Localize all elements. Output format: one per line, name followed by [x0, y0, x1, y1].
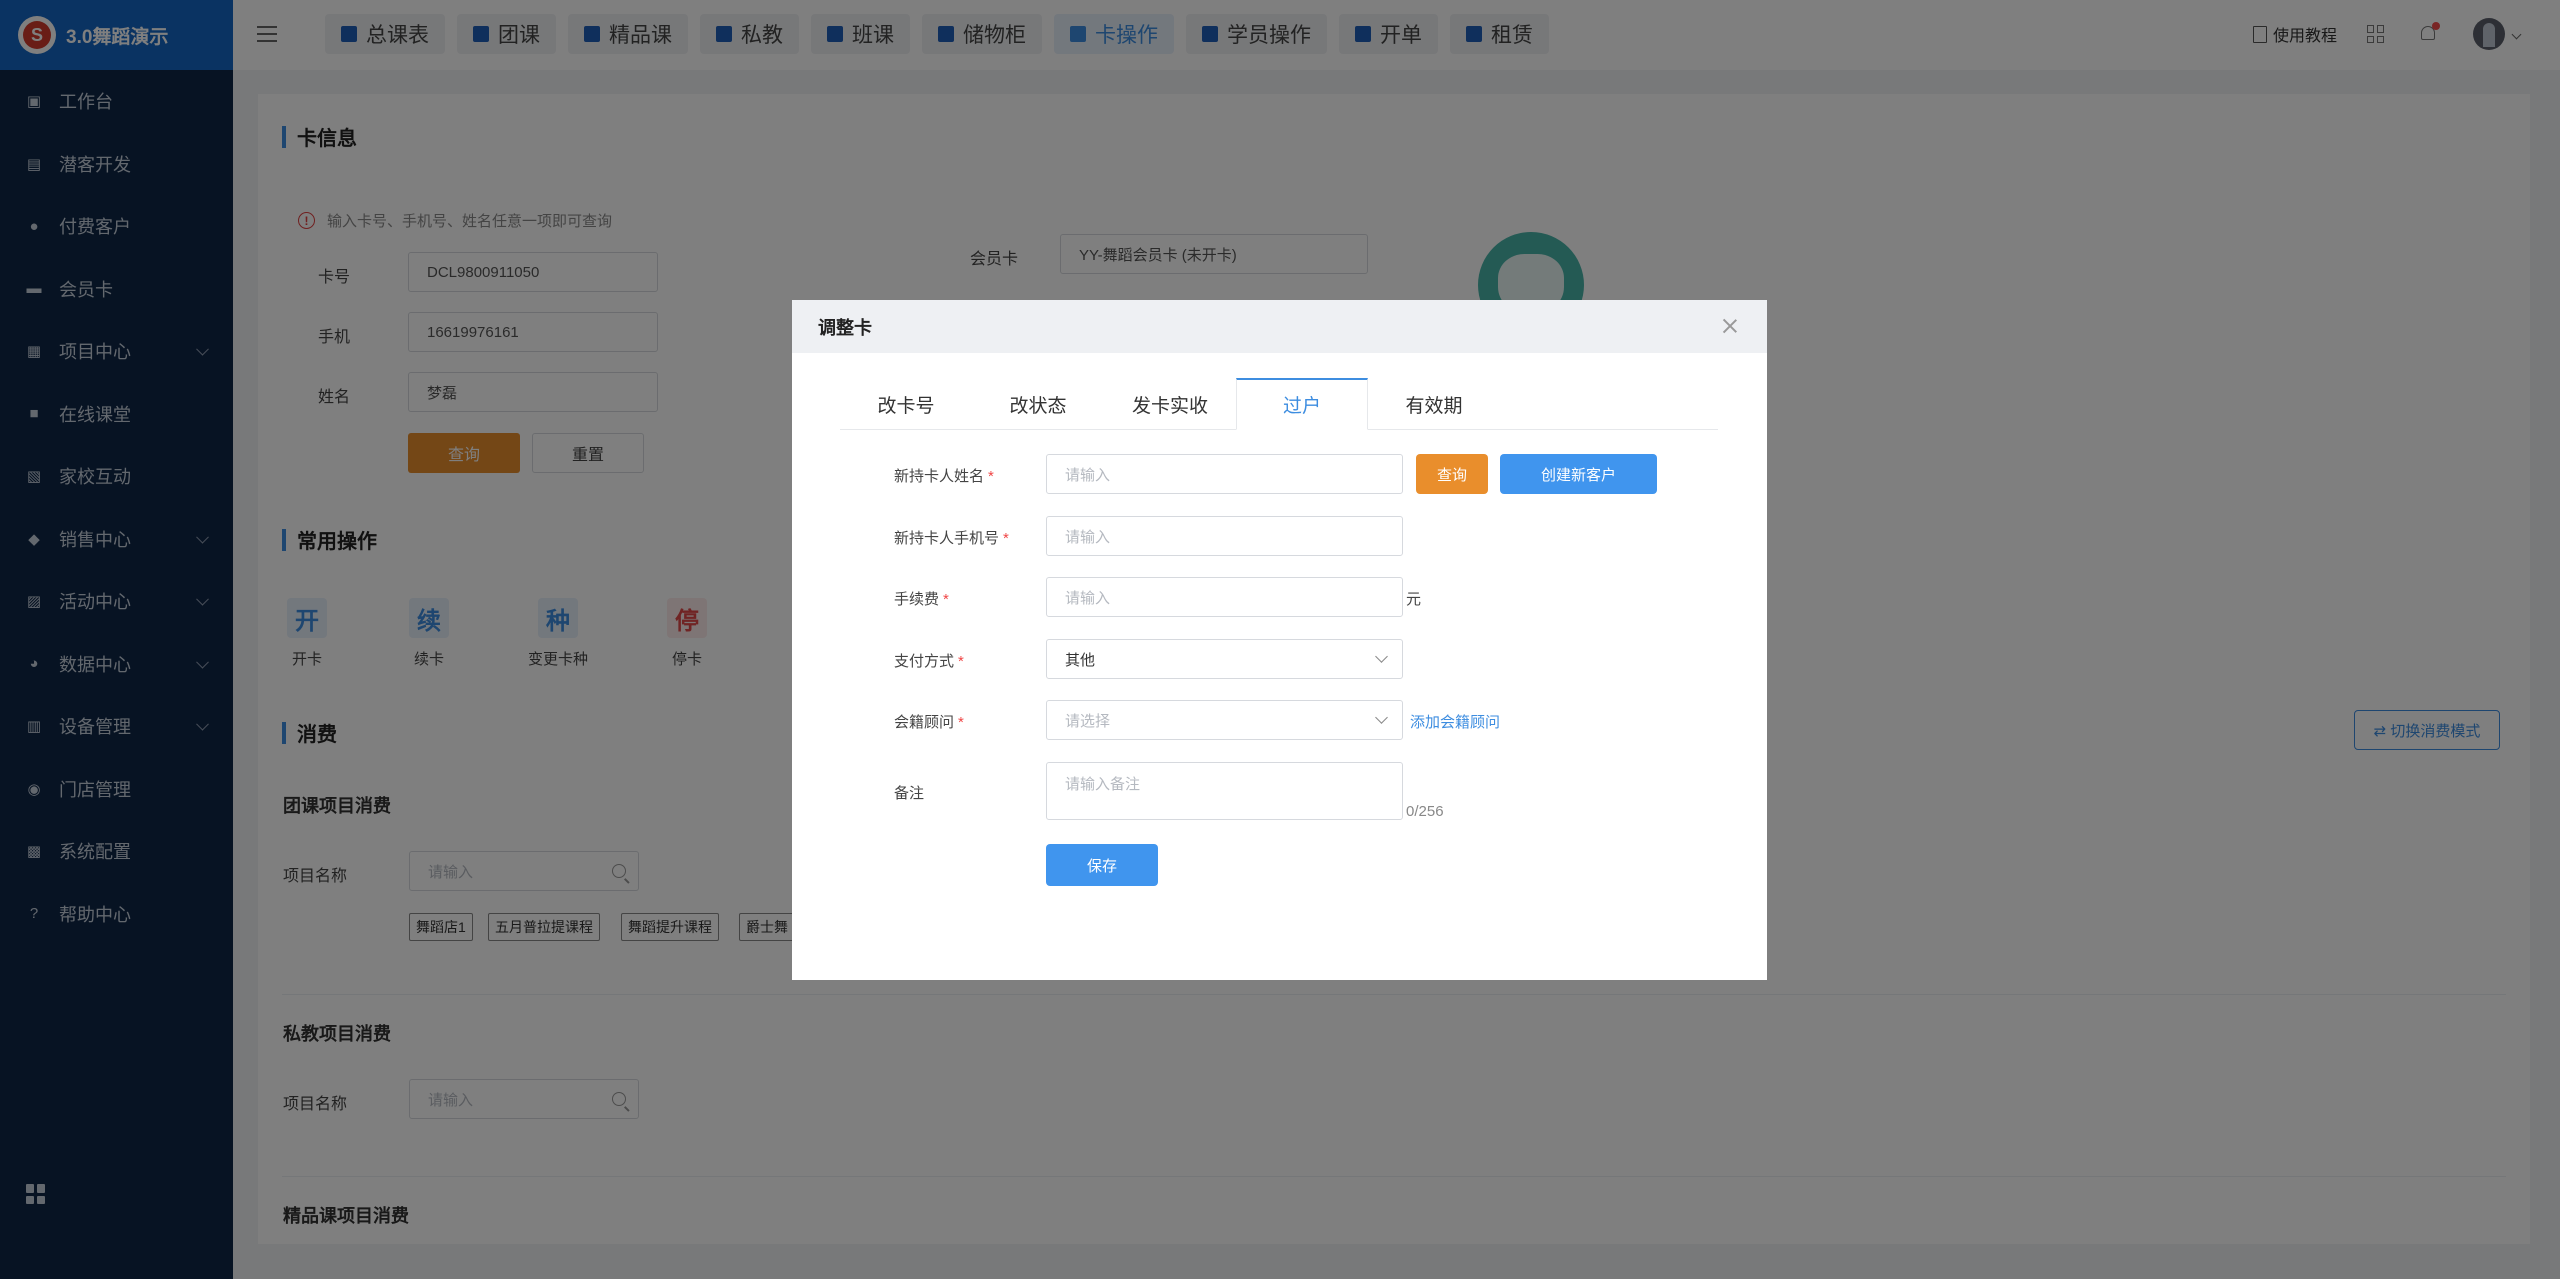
remark-label: 备注	[894, 785, 925, 802]
tab-change-card-no[interactable]: 改卡号	[840, 378, 972, 430]
modal-header: 调整卡	[792, 300, 1767, 353]
create-customer-button[interactable]: 创建新客户	[1500, 454, 1657, 494]
fee-input[interactable]: 请输入	[1046, 577, 1403, 617]
selected-value: 其他	[1065, 651, 1096, 669]
tab-transfer[interactable]: 过户	[1236, 378, 1368, 430]
placeholder: 请输入	[1065, 589, 1111, 607]
fee-label: 手续费 *	[894, 591, 949, 608]
payment-method-select[interactable]: 其他	[1046, 639, 1403, 679]
placeholder: 请输入	[1065, 528, 1111, 546]
tab-change-status[interactable]: 改状态	[972, 378, 1104, 430]
remark-textarea[interactable]: 请输入备注	[1046, 762, 1403, 820]
fee-unit: 元	[1406, 591, 1422, 608]
tab-validity[interactable]: 有效期	[1368, 378, 1500, 430]
modal-title: 调整卡	[818, 317, 872, 338]
advisor-select[interactable]: 请选择	[1046, 700, 1403, 740]
chevron-down-icon	[1375, 711, 1388, 724]
add-advisor-link[interactable]: 添加会籍顾问	[1410, 711, 1500, 732]
tab-issue-payment[interactable]: 发卡实收	[1104, 378, 1236, 430]
adjust-card-modal: 调整卡 改卡号 改状态 发卡实收 过户 有效期 新持卡人姓名 * 请输入 查询 创…	[792, 300, 1767, 980]
placeholder: 请选择	[1065, 712, 1111, 730]
advisor-label: 会籍顾问 *	[894, 714, 964, 731]
new-holder-name-label: 新持卡人姓名 *	[894, 468, 994, 485]
query-customer-button[interactable]: 查询	[1416, 454, 1488, 494]
chevron-down-icon	[1375, 650, 1388, 663]
payment-method-label: 支付方式 *	[894, 653, 964, 670]
close-icon[interactable]	[1723, 319, 1737, 333]
save-button[interactable]: 保存	[1046, 844, 1158, 886]
placeholder: 请输入	[1065, 466, 1111, 484]
remark-char-count: 0/256	[1406, 803, 1444, 820]
placeholder: 请输入备注	[1065, 776, 1141, 793]
new-holder-name-input[interactable]: 请输入	[1046, 454, 1403, 494]
new-holder-phone-input[interactable]: 请输入	[1046, 516, 1403, 556]
new-holder-phone-label: 新持卡人手机号 *	[894, 530, 1009, 547]
modal-tabs: 改卡号 改状态 发卡实收 过户 有效期	[840, 378, 1718, 430]
